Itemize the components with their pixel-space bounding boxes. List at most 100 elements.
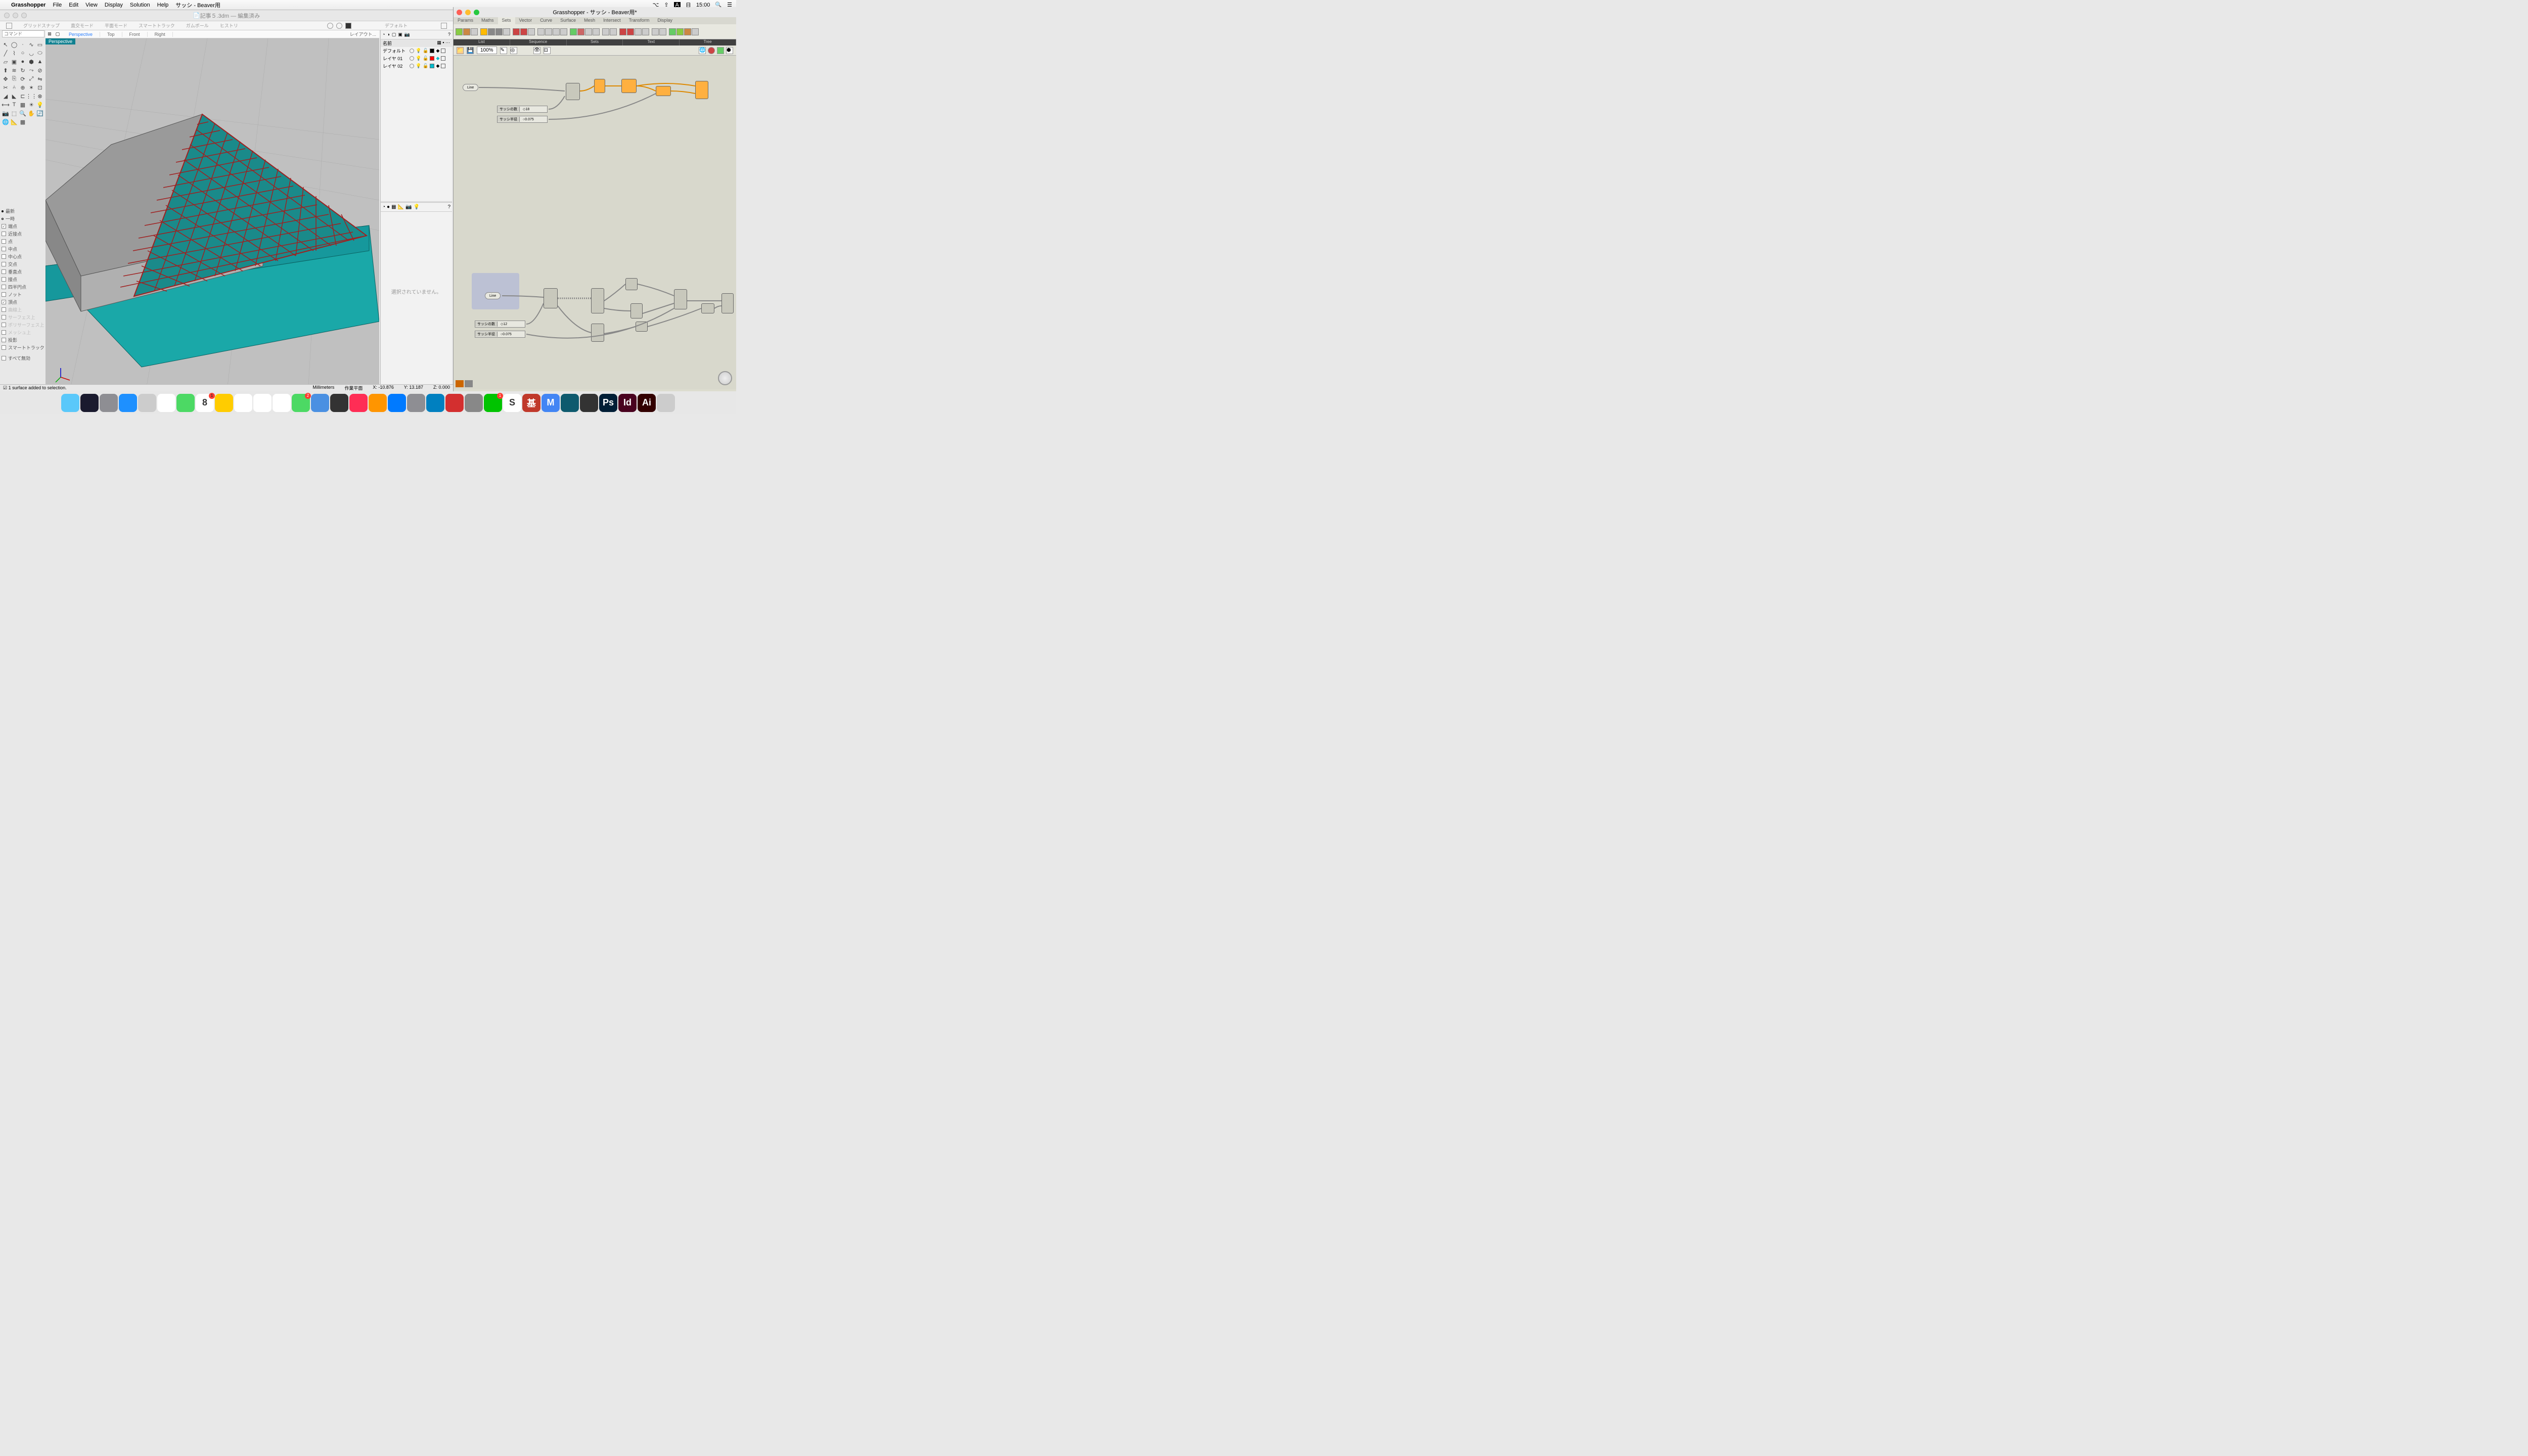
surf-icon[interactable]: ▱ xyxy=(2,58,10,66)
chamfer-icon[interactable]: ◣ xyxy=(10,92,18,100)
copy-icon[interactable]: ⎘ xyxy=(10,75,18,83)
dock-app-word[interactable]: M xyxy=(541,394,560,412)
dock-app-trash[interactable] xyxy=(657,394,675,412)
dock-app-gmaps[interactable] xyxy=(253,394,272,412)
dock-app-maya[interactable] xyxy=(561,394,579,412)
dock-app-archicad[interactable] xyxy=(426,394,444,412)
gh-tab-display[interactable]: Display xyxy=(653,17,676,24)
osnap-item[interactable]: 中点 xyxy=(2,245,45,253)
dock-app-safari[interactable] xyxy=(119,394,137,412)
tab-top[interactable]: Top xyxy=(100,32,122,37)
menu-view[interactable]: View xyxy=(85,2,98,8)
gh-cat-list[interactable]: List xyxy=(454,39,510,46)
osnap-alloff[interactable]: すべて無効 xyxy=(2,354,45,362)
osnap-item[interactable]: スマートトラック xyxy=(2,344,45,351)
dock-app-gh[interactable] xyxy=(465,394,483,412)
dock-app-calendar[interactable]: 81 xyxy=(196,394,214,412)
viewport-label[interactable]: Perspective xyxy=(46,38,75,44)
osnap-item[interactable]: ノット xyxy=(2,291,45,298)
gh-compass-icon[interactable] xyxy=(718,371,732,385)
layers-tab4-icon[interactable]: ▣ xyxy=(398,32,402,37)
help2-icon[interactable]: ? xyxy=(447,204,450,210)
mesh-icon[interactable]: ▩ xyxy=(19,118,27,126)
dock-app-ps[interactable]: Ps xyxy=(599,394,617,412)
dock-app-maps[interactable] xyxy=(176,394,195,412)
dock-app-reminders[interactable] xyxy=(234,394,252,412)
cplane2-icon[interactable]: ⬚ xyxy=(10,109,18,117)
pointer-icon[interactable]: ↖ xyxy=(2,40,10,49)
dock-app-photos[interactable] xyxy=(273,394,291,412)
join-icon[interactable]: ⊕ xyxy=(19,83,27,92)
gh-tab-vector[interactable]: Vector xyxy=(515,17,536,24)
dock-app-id[interactable]: Id xyxy=(618,394,637,412)
gh-cat-tree[interactable]: Tree xyxy=(680,39,736,46)
opt-default[interactable]: デフォルト xyxy=(385,22,408,29)
gh-play-icon[interactable] xyxy=(717,47,724,54)
dock-app-messages[interactable]: 2 xyxy=(292,394,310,412)
polyline-icon[interactable]: ⌇ xyxy=(10,49,18,57)
opt-gumball[interactable]: ガムボール xyxy=(186,22,209,29)
layers-tab2-icon[interactable]: ◑ xyxy=(387,32,389,37)
gh-mode1-icon[interactable] xyxy=(456,380,464,387)
scale-icon[interactable]: ⤢ xyxy=(27,75,35,83)
traffic-lights[interactable] xyxy=(4,13,27,18)
menu-edit[interactable]: Edit xyxy=(69,2,78,8)
gh-zoom[interactable]: 100% xyxy=(477,47,497,54)
gh-hex-icon[interactable]: ⬢ xyxy=(726,47,733,54)
extrude-icon[interactable]: ⬆ xyxy=(2,66,10,74)
explode-icon[interactable]: ✶ xyxy=(27,83,35,92)
tab-right[interactable]: Right xyxy=(148,32,173,37)
gh-tab-maths[interactable]: Maths xyxy=(477,17,498,24)
box-icon[interactable]: ▣ xyxy=(10,58,18,66)
osnap-item[interactable]: 近接点 xyxy=(2,230,45,238)
dock-app-slack[interactable]: S xyxy=(503,394,521,412)
osnap-item[interactable]: 四半円点 xyxy=(2,283,45,291)
dock-app-k[interactable]: 基 xyxy=(522,394,540,412)
dock-app-itunes[interactable] xyxy=(349,394,368,412)
dock-app-finder[interactable] xyxy=(61,394,79,412)
gh-tab-sets[interactable]: Sets xyxy=(498,17,515,24)
grid-icon[interactable]: ⊞ xyxy=(46,31,54,37)
sphere-icon[interactable]: ● xyxy=(19,58,27,66)
zoom-icon[interactable]: 🔍 xyxy=(19,109,27,117)
gh-cat-sets[interactable]: Sets xyxy=(567,39,623,46)
text-icon[interactable]: T xyxy=(10,101,18,109)
gh-tab-params[interactable]: Params xyxy=(454,17,477,24)
menu-doc[interactable]: サッシ - Beaver用 xyxy=(175,1,220,9)
circle-icon[interactable]: ○ xyxy=(19,49,27,57)
gh-target-icon[interactable]: ◎ xyxy=(510,47,517,54)
dock-app-ibooks[interactable] xyxy=(369,394,387,412)
dock-app-settings[interactable] xyxy=(407,394,425,412)
group-icon[interactable]: ⊡ xyxy=(36,83,44,92)
layers-tab3-icon[interactable]: ▢ xyxy=(392,32,396,37)
osnap-item[interactable]: ✓端点 xyxy=(2,222,45,230)
hatch-icon[interactable]: ▦ xyxy=(19,101,27,109)
gh-canvas[interactable]: Line サッシの数◇18 サッシ半径○0.075 Line サッシの数◇12 … xyxy=(454,56,736,389)
panel-icon[interactable] xyxy=(441,23,447,29)
gh-preview-icon[interactable]: 👁 xyxy=(533,47,540,54)
circ2-icon[interactable] xyxy=(336,23,342,29)
tab-perspective[interactable]: Perspective xyxy=(62,32,100,37)
dock-app-siri[interactable] xyxy=(80,394,99,412)
opt-gridsnap[interactable]: グリッドスナップ xyxy=(23,22,60,29)
bool-icon[interactable]: ⊗ xyxy=(36,92,44,100)
menu-display[interactable]: Display xyxy=(105,2,123,8)
gh-wire-icon[interactable]: ⊡ xyxy=(544,47,551,54)
dock-app-sketchup[interactable] xyxy=(445,394,464,412)
menu-solution[interactable]: Solution xyxy=(130,2,150,8)
pan-icon[interactable]: ✋ xyxy=(27,109,35,117)
analyze-icon[interactable]: 📐 xyxy=(10,118,18,126)
dock-app-appstore[interactable] xyxy=(388,394,406,412)
prop-mat-icon[interactable]: ● xyxy=(387,204,390,210)
orbit-icon[interactable]: 🔄 xyxy=(36,109,44,117)
gh-mode2-icon[interactable] xyxy=(465,380,473,387)
osnap-item[interactable]: 接点 xyxy=(2,276,45,283)
osnap-item[interactable]: 点 xyxy=(2,238,45,245)
mirror-icon[interactable]: ⇋ xyxy=(36,75,44,83)
gh-tab-transform[interactable]: Transform xyxy=(625,17,654,24)
cplane-label[interactable]: 作業平面 xyxy=(344,385,363,391)
osnap-item[interactable]: 垂直点 xyxy=(2,268,45,276)
single-icon[interactable]: ▢ xyxy=(54,31,62,37)
sweep-icon[interactable]: ⤳ xyxy=(27,66,35,74)
osnap-item[interactable]: 交点 xyxy=(2,260,45,268)
